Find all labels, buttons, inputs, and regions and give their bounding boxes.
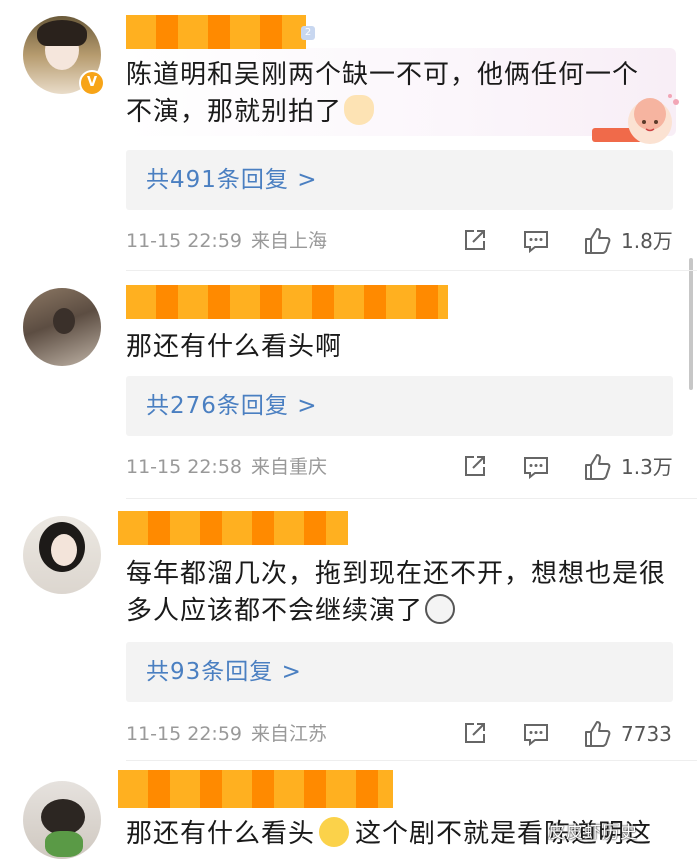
view-replies-link[interactable]: 共491条回复 > — [146, 150, 317, 210]
avatar[interactable] — [23, 516, 101, 594]
comment-time: 11-15 22:59 — [126, 723, 243, 745]
username-redacted[interactable] — [118, 770, 393, 808]
reply-box[interactable]: 共491条回复 > — [126, 150, 673, 210]
divider — [126, 760, 697, 761]
username-redacted[interactable] — [118, 511, 348, 545]
divider — [126, 270, 697, 271]
comment-meta: 11-15 22:58 来自重庆 1.3万 — [126, 452, 676, 482]
user-level-icon: 2 — [301, 26, 315, 40]
view-replies-link[interactable]: 共276条回复 > — [146, 376, 317, 436]
like-icon[interactable] — [582, 452, 612, 482]
username-redacted[interactable] — [126, 285, 448, 319]
avatar[interactable] — [23, 288, 101, 366]
comment-text: 陈道明和吴刚两个缺一不可，他俩任何一个 不演，那就别拍了 — [126, 60, 640, 127]
sweat-face-emoji — [319, 817, 350, 847]
tongue-face-emoji — [425, 594, 456, 624]
comment-icon[interactable] — [522, 226, 550, 256]
reply-box[interactable]: 共93条回复 > — [126, 642, 673, 702]
like-icon[interactable] — [582, 226, 612, 256]
comment-location: 来自江苏 — [251, 723, 328, 745]
watermark: 皮皮虾历史 — [548, 823, 638, 843]
divider — [126, 498, 697, 499]
comment-location: 来自重庆 — [251, 456, 328, 478]
comment-icon[interactable] — [522, 719, 550, 749]
comment-meta: 11-15 22:59 来自江苏 7733 — [126, 719, 676, 749]
username-redacted[interactable] — [126, 15, 306, 49]
view-replies-link[interactable]: 共93条回复 > — [146, 642, 302, 702]
waving-hand-emoji — [344, 95, 375, 125]
comment-text: 那还有什么看头啊 — [126, 332, 343, 362]
share-icon[interactable] — [461, 452, 489, 482]
like-count: 1.3万 — [621, 455, 673, 479]
like-icon[interactable] — [582, 719, 612, 749]
scrollbar[interactable] — [689, 258, 693, 390]
comment-icon[interactable] — [522, 452, 550, 482]
comment-time: 11-15 22:58 — [126, 456, 243, 478]
comment-text: 每年都溜几次，拖到现在还不开，想想也是很 多人应该都不会继续演了 — [126, 559, 667, 626]
comment-meta: 11-15 22:59 来自上海 1.8万 — [126, 226, 676, 256]
reply-box[interactable]: 共276条回复 > — [126, 376, 673, 436]
share-icon[interactable] — [461, 719, 489, 749]
like-count: 7733 — [621, 722, 672, 746]
avatar[interactable] — [23, 781, 101, 859]
verified-badge-icon: V — [79, 70, 105, 96]
share-icon[interactable] — [461, 226, 489, 256]
comment-time: 11-15 22:59 — [126, 230, 243, 252]
like-count: 1.8万 — [621, 229, 673, 253]
comment-location: 来自上海 — [251, 230, 328, 252]
